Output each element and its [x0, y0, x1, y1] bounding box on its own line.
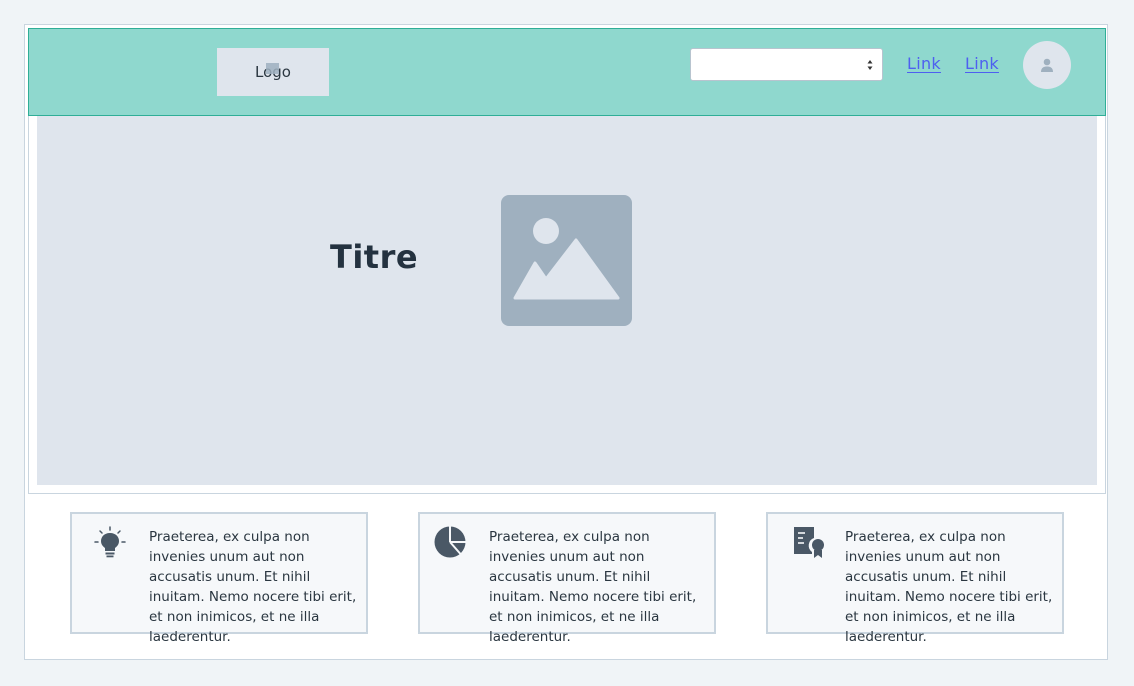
header-select[interactable]	[690, 48, 883, 81]
avatar[interactable]	[1023, 41, 1071, 89]
feature-text: Praeterea, ex culpa non invenies unum au…	[149, 529, 357, 645]
feature-text: Praeterea, ex culpa non invenies unum au…	[845, 529, 1053, 645]
feature-text: Praeterea, ex culpa non invenies unum au…	[489, 529, 697, 645]
pie-chart-icon	[434, 526, 466, 558]
feature-card-3: Praeterea, ex culpa non invenies unum au…	[766, 512, 1064, 645]
nav-link-2[interactable]: Link	[965, 54, 999, 73]
hero-title: Titre	[330, 238, 419, 276]
nav-link-1[interactable]: Link	[907, 54, 941, 73]
feature-card-1: Praeterea, ex culpa non invenies unum au…	[70, 512, 368, 645]
top-header	[28, 28, 1106, 116]
user-icon	[1041, 58, 1053, 72]
logo-image-mark	[266, 63, 279, 74]
image-placeholder-icon	[501, 195, 632, 326]
select-arrows-icon	[867, 60, 873, 70]
certificate-icon	[794, 527, 824, 558]
feature-card-2: Praeterea, ex culpa non invenies unum au…	[418, 512, 716, 645]
lightbulb-icon	[94, 526, 126, 558]
